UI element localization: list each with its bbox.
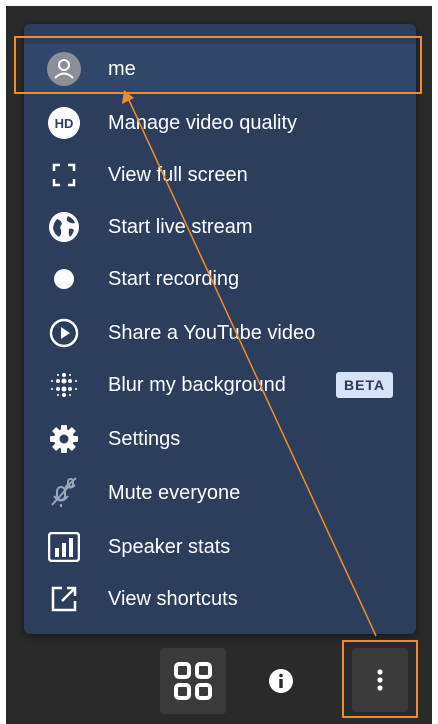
annotation-arrow [122,90,377,637]
